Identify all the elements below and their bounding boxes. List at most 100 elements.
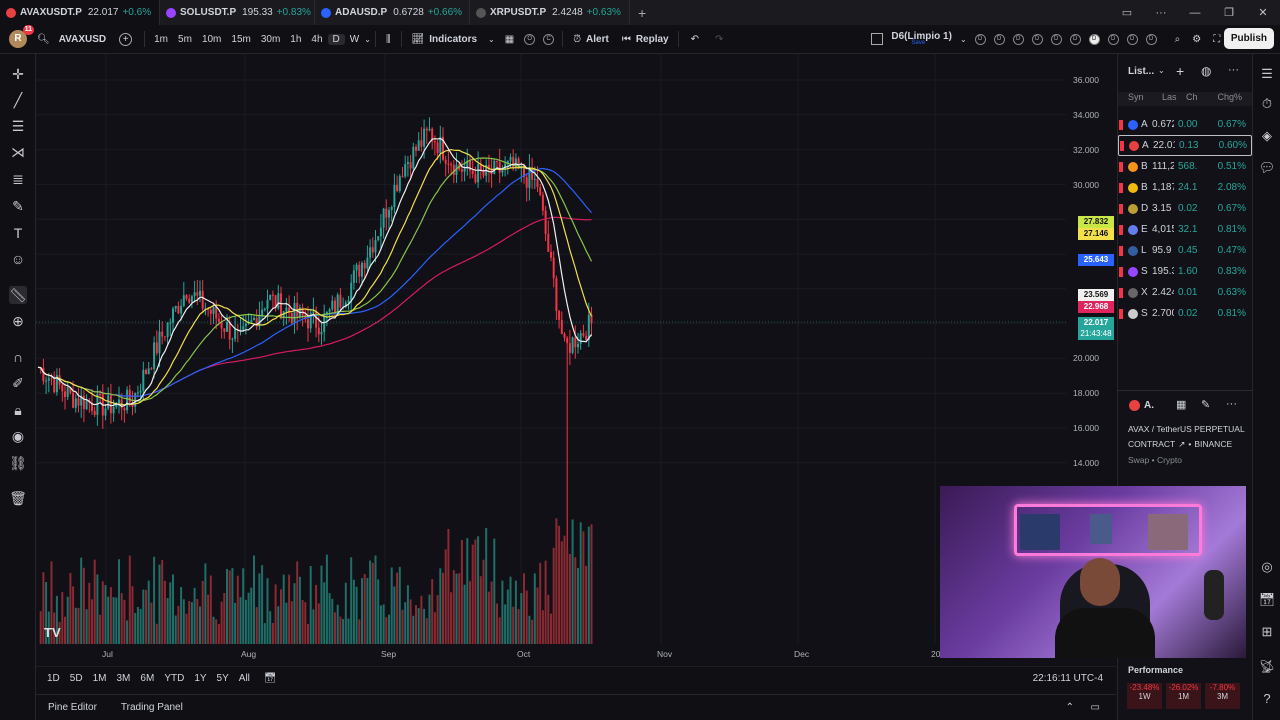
candles-icon[interactable]: ⫼: [386, 34, 391, 45]
indicators-icon[interactable]: 📈︎: [412, 34, 425, 45]
indicator-toggle-icon[interactable]: D: [1031, 33, 1043, 45]
detail-symbol[interactable]: A.: [1144, 400, 1154, 411]
watchlist-icon[interactable]: ☰: [1258, 66, 1276, 84]
pitchfork-icon[interactable]: ⋊: [9, 143, 27, 161]
text-tool-icon[interactable]: T: [9, 224, 27, 242]
external-link-icon[interactable]: ↗: [1178, 439, 1185, 450]
calendar-icon[interactable]: 📅︎: [1258, 592, 1276, 610]
tab-xrpusdt[interactable]: XRPUSDT.P 2.4248 +0.63% ✕: [470, 0, 630, 25]
publish-button[interactable]: Publish: [1223, 28, 1274, 49]
range-all[interactable]: All: [234, 673, 255, 684]
chevron-down-icon[interactable]: ⌄: [488, 35, 495, 44]
more-icon[interactable]: ···: [1226, 398, 1237, 410]
stay-drawing-icon[interactable]: ✐: [9, 374, 27, 392]
interval-5m[interactable]: 5m: [173, 34, 197, 45]
add-symbol-icon[interactable]: +: [1176, 63, 1184, 79]
advanced-view-icon[interactable]: ◍: [1201, 64, 1211, 78]
magnet-icon[interactable]: ∩: [9, 348, 27, 366]
range-1d[interactable]: 1D: [42, 673, 65, 684]
brush-icon[interactable]: ✎: [9, 197, 27, 215]
chat-icon[interactable]: 💬︎: [1258, 160, 1276, 178]
tab-avaxusdt[interactable]: AVAXUSDT.P 22.017 +0.6% ✕: [0, 0, 160, 25]
crosshair-icon[interactable]: ✛: [9, 65, 27, 83]
watchlist-row[interactable]: X 2.424 0.01 0.63%: [1118, 282, 1252, 303]
undo-icon[interactable]: ↶: [691, 34, 699, 45]
watchlist-row[interactable]: A 22.01 0.13 0.60%: [1118, 135, 1252, 156]
fib-icon[interactable]: ≣: [9, 170, 27, 188]
templates-icon[interactable]: ▦: [505, 34, 514, 45]
interval-d[interactable]: D: [327, 33, 345, 45]
emoji-icon[interactable]: ☺: [9, 250, 27, 268]
flag-icon[interactable]: [1119, 161, 1123, 172]
pine-editor-tab[interactable]: Pine Editor: [36, 702, 109, 713]
maximize-icon[interactable]: ❐: [1212, 6, 1246, 19]
close-window-icon[interactable]: ✕: [1246, 6, 1280, 19]
indicator-toggle-icon[interactable]: D: [1126, 33, 1138, 45]
indicators-button[interactable]: Indicators: [424, 34, 482, 45]
target-icon[interactable]: ◎: [1258, 559, 1276, 577]
chevron-down-icon[interactable]: ⌄: [364, 35, 371, 44]
indicator-toggle-icon[interactable]: D: [1012, 33, 1024, 45]
help-icon[interactable]: ?: [1258, 691, 1276, 709]
horizontal-lines-icon[interactable]: ☰: [9, 117, 27, 135]
watchlist-row[interactable]: L 95.9 0.45 0.47%: [1118, 240, 1252, 261]
apps-icon[interactable]: ⊞: [1258, 624, 1276, 642]
flag-icon[interactable]: [1120, 140, 1124, 151]
fullscreen-icon[interactable]: ⛶: [1213, 34, 1220, 45]
watchlist-row[interactable]: D 3.15 0.02 0.67%: [1118, 198, 1252, 219]
compare-add-icon[interactable]: +: [119, 32, 133, 46]
interval-w[interactable]: W: [345, 34, 364, 45]
watchlist-row[interactable]: S 195.3 1.60 0.83%: [1118, 261, 1252, 282]
flag-icon[interactable]: [1119, 266, 1123, 277]
layout-icon[interactable]: ▭: [1110, 6, 1144, 19]
range-6m[interactable]: 6M: [135, 673, 159, 684]
replay-button[interactable]: Replay: [631, 34, 674, 45]
range-1y[interactable]: 1Y: [189, 673, 211, 684]
tab-solusdt[interactable]: SOLUSDT.P 195.33 +0.83% ✕: [160, 0, 315, 25]
quick-search-icon[interactable]: ⌕: [1175, 34, 1181, 45]
chevron-down-icon[interactable]: ⌄: [960, 35, 967, 44]
flag-icon[interactable]: [1119, 224, 1123, 235]
range-5d[interactable]: 5D: [65, 673, 88, 684]
clock[interactable]: 22:16:11 UTC-4: [1028, 673, 1108, 684]
redo-icon[interactable]: ↷: [715, 34, 723, 45]
zoom-in-icon[interactable]: ⊕: [9, 312, 27, 330]
layers-icon[interactable]: ◈: [1258, 128, 1276, 146]
trendline-icon[interactable]: ╱: [9, 91, 27, 109]
indicator-toggle-icon[interactable]: C: [543, 33, 555, 45]
watchlist-row[interactable]: B 111,2 568. 0.51%: [1118, 156, 1252, 177]
grid-icon[interactable]: ▦: [1176, 398, 1186, 411]
indicator-toggle-icon[interactable]: D: [1145, 33, 1157, 45]
flag-icon[interactable]: [1119, 308, 1123, 319]
layout-name[interactable]: D6(Limpio 1) Save: [891, 31, 952, 46]
more-icon[interactable]: ···: [1228, 64, 1239, 76]
range-ytd[interactable]: YTD: [159, 673, 189, 684]
indicator-toggle-icon[interactable]: D: [1069, 33, 1081, 45]
chevron-down-icon[interactable]: ⌄: [1158, 66, 1165, 75]
watchlist-row[interactable]: A 0.672 0.00 0.67%: [1118, 114, 1252, 135]
indicator-toggle-icon[interactable]: D: [974, 33, 986, 45]
trash-icon[interactable]: 🗑︎: [9, 489, 27, 507]
watchlist-row[interactable]: B 1,187 24.1 2.08%: [1118, 177, 1252, 198]
new-tab-icon[interactable]: +: [638, 5, 646, 21]
interval-10m[interactable]: 10m: [197, 34, 226, 45]
goto-date-icon[interactable]: 📅︎: [259, 673, 282, 684]
close-tab-icon[interactable]: ✕: [629, 7, 630, 18]
indicator-toggle-icon[interactable]: D: [993, 33, 1005, 45]
flag-icon[interactable]: [1119, 245, 1123, 256]
indicator-toggle-icon[interactable]: D: [1088, 33, 1100, 45]
watchlist-title[interactable]: List...: [1128, 66, 1154, 77]
col-change-pct[interactable]: Chg%: [1212, 92, 1242, 106]
col-last[interactable]: Las: [1162, 92, 1186, 106]
lock-icon[interactable]: 🔒︎: [9, 401, 27, 419]
watchlist-row[interactable]: E 4,015 32.1 0.81%: [1118, 219, 1252, 240]
eye-icon[interactable]: ◉: [9, 427, 27, 445]
col-change[interactable]: Ch: [1186, 92, 1212, 106]
indicator-toggle-icon[interactable]: O: [524, 33, 536, 45]
flag-icon[interactable]: [1119, 203, 1123, 214]
watchlist-row[interactable]: S 2.700 0.02 0.81%: [1118, 303, 1252, 324]
link-icon[interactable]: ⛓: [9, 454, 27, 472]
col-symbol[interactable]: Syn: [1128, 92, 1162, 106]
flag-icon[interactable]: [1119, 182, 1123, 193]
replay-icon[interactable]: ⏮︎: [622, 34, 631, 45]
